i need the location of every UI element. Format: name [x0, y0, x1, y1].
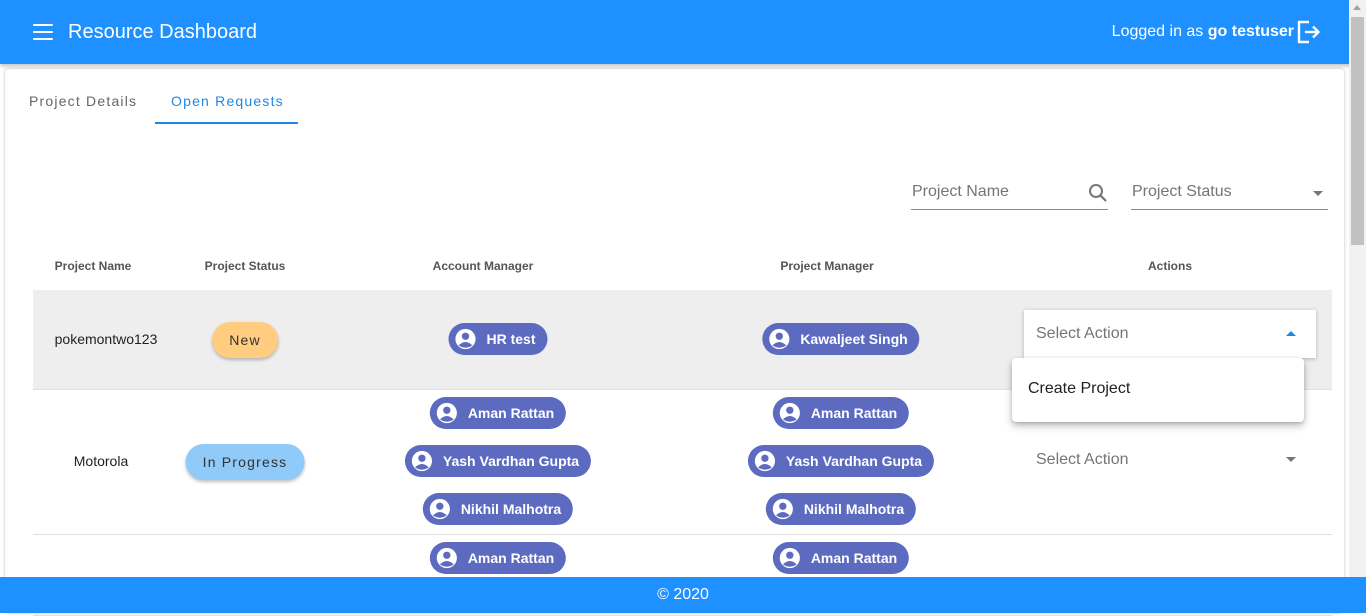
chevron-up-icon [1286, 331, 1296, 336]
logout-icon[interactable] [1296, 20, 1322, 44]
chevron-down-icon [1313, 191, 1323, 196]
scroll-up-arrow-icon[interactable] [1353, 5, 1361, 10]
header-account-manager: Account Manager [432, 259, 534, 273]
account-circle-icon [411, 450, 433, 472]
chip-label: Kawaljeet Singh [800, 331, 908, 347]
menu-item-create-project[interactable]: Create Project [1028, 380, 1130, 398]
account-circle-icon [436, 547, 457, 569]
footer: © 2020 [0, 577, 1366, 613]
select-action-dropdown[interactable]: Select Action [1024, 310, 1316, 358]
chip-label: Yash Vardhan Gupta [442, 453, 580, 469]
active-tab-indicator [155, 122, 298, 124]
tab-open-requests[interactable]: Open Requests [171, 93, 284, 109]
account-circle-icon [769, 328, 790, 350]
scrollbar-thumb[interactable] [1351, 17, 1364, 245]
chip-label: Aman Rattan [467, 550, 555, 566]
account-manager-chip: HR test [448, 323, 548, 355]
chip-label: HR test [486, 331, 536, 347]
action-menu: Create Project [1012, 358, 1304, 422]
header-actions: Actions [1147, 259, 1193, 273]
account-manager-chip: Aman Rattan [429, 397, 567, 429]
project-status-select[interactable]: Project Status [1131, 180, 1328, 210]
account-manager-chip: Aman Rattan [429, 542, 567, 574]
select-action-label: Select Action [1036, 451, 1129, 468]
username: go testuser [1207, 23, 1294, 40]
chip-label: Nikhil Malhotra [803, 501, 905, 517]
account-circle-icon [455, 328, 476, 350]
app-bar: Resource Dashboard Logged in as go testu… [0, 0, 1366, 64]
account-manager-chip: Yash Vardhan Gupta [404, 445, 592, 477]
project-name-cell: pokemontwo123 [54, 331, 158, 347]
project-status-placeholder: Project Status [1132, 183, 1232, 200]
status-badge: New [212, 322, 278, 358]
account-circle-icon [779, 547, 800, 569]
chip-label: Yash Vardhan Gupta [785, 453, 923, 469]
project-manager-chip: Yash Vardhan Gupta [747, 445, 935, 477]
project-manager-chip: Aman Rattan [772, 397, 910, 429]
project-manager-chip: Aman Rattan [772, 542, 910, 574]
chip-label: Aman Rattan [467, 405, 555, 421]
header-project-manager: Project Manager [780, 259, 874, 273]
project-name-cell: Motorola [73, 453, 129, 469]
account-circle-icon [779, 402, 800, 424]
status-badge: In Progress [185, 444, 305, 480]
account-circle-icon [429, 498, 450, 520]
header-project-name: Project Name [54, 259, 132, 273]
select-action-dropdown[interactable]: Select Action [1024, 436, 1316, 484]
project-name-search-input[interactable]: Project Name [911, 180, 1108, 210]
account-circle-icon [772, 498, 793, 520]
chip-label: Nikhil Malhotra [460, 501, 562, 517]
account-circle-icon [754, 450, 776, 472]
menu-icon[interactable] [33, 24, 53, 40]
project-manager-chip: Kawaljeet Singh [762, 323, 920, 355]
chevron-down-icon [1286, 457, 1296, 462]
app-title: Resource Dashboard [68, 21, 257, 43]
login-prefix: Logged in as [1111, 23, 1208, 40]
copyright-text: © 2020 [657, 586, 709, 603]
project-manager-chip: Nikhil Malhotra [765, 493, 917, 525]
account-circle-icon [436, 402, 457, 424]
account-manager-chip: Nikhil Malhotra [422, 493, 574, 525]
search-icon[interactable] [1088, 183, 1108, 203]
login-status: Logged in as go testuser [1112, 22, 1294, 42]
select-action-label: Select Action [1036, 325, 1129, 342]
chip-label: Aman Rattan [810, 550, 898, 566]
tab-project-details[interactable]: Project Details [29, 93, 137, 109]
chip-label: Aman Rattan [810, 405, 898, 421]
vertical-scrollbar[interactable] [1349, 0, 1366, 577]
main-card: Project Details Open Requests Project Na… [5, 69, 1344, 616]
project-name-placeholder: Project Name [912, 183, 1009, 200]
header-project-status: Project Status [204, 259, 286, 273]
